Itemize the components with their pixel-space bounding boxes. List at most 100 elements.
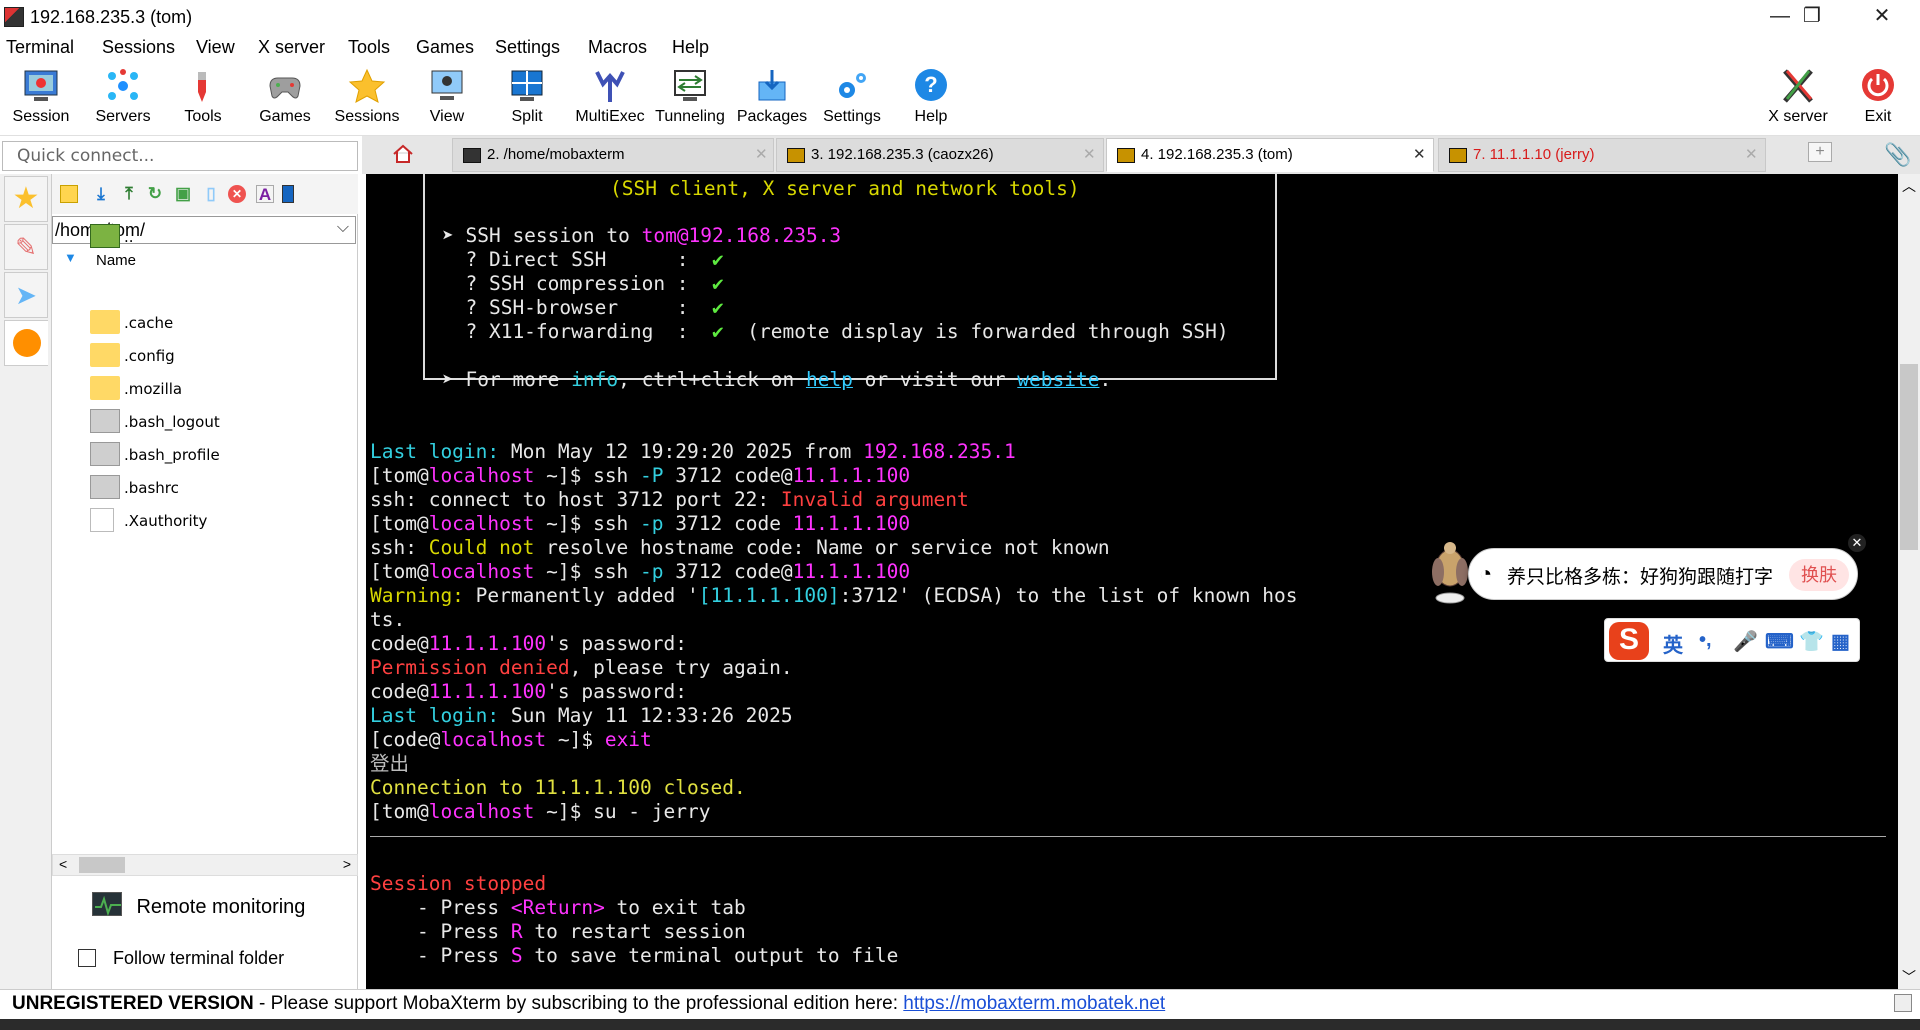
permissions-icon[interactable] [282,185,294,203]
feature-ssh-browser: ? SSH-browser : ✔ [442,296,724,319]
packages-button[interactable]: Packages [734,62,810,136]
power-icon [1859,68,1897,104]
upload-icon[interactable]: ⤒ [120,185,138,203]
terminal-line: [tom@localhost ~]$ su - jerry [370,800,711,823]
website-link[interactable]: website [1017,368,1099,391]
games-button[interactable]: Games [250,62,320,136]
split-button[interactable]: Split [492,62,562,136]
new-tab-button[interactable]: + [1784,138,1856,172]
tab-close-icon[interactable]: ✕ [755,139,768,171]
vertical-scrollbar[interactable]: ︿ ﹀ [1898,174,1920,989]
terminal-line: [code@localhost ~]$ exit [370,728,652,751]
menu-help[interactable]: Help [672,37,709,58]
unregistered-label: UNREGISTERED VERSION [12,993,254,1014]
sftp-tab[interactable] [4,320,48,366]
tab-close-icon[interactable]: ✕ [1745,139,1758,171]
sessions-star-icon[interactable]: ★ [4,176,48,222]
rename-icon[interactable]: A [256,185,274,204]
x-server-button[interactable]: X server [1762,62,1834,136]
servers-icon [104,68,142,104]
feature-compression: ? SSH compression : ✔ [442,272,724,295]
session-stopped: Session stopped [370,872,547,895]
tab-caozx26[interactable]: 3. 192.168.235.3 (caozx26) ✕ [776,138,1104,172]
microphone-icon[interactable]: 🎤 [1733,629,1758,654]
divider [370,836,1886,837]
split-icon [508,68,546,104]
multiexec-button[interactable]: MultiExec [572,62,648,136]
servers-button[interactable]: Servers [88,62,158,136]
mobaxterm-link[interactable]: https://mobaxterm.mobatek.net [903,993,1165,1014]
sessions-button[interactable]: Sessions [332,62,402,136]
terminal-file-icon [90,409,120,433]
tab-jerry[interactable]: 7. 11.1.1.10 (jerry) ✕ [1438,138,1766,172]
name-column-header[interactable]: ▼ Name [52,248,356,272]
help-button[interactable]: ? Help [896,62,966,136]
new-file-icon[interactable]: ▯ [202,185,220,203]
checkbox[interactable] [78,949,96,967]
menu-terminal[interactable]: Terminal [6,37,74,58]
tab-tom[interactable]: 4. 192.168.235.3 (tom) ✕ [1106,138,1434,172]
title-bar: 192.168.235.3 (tom) — ❐ ✕ [0,0,1920,34]
taskbar-strip [0,1019,1920,1030]
tab-mobaxterm[interactable]: 2. /home/mobaxterm ✕ [452,138,774,172]
quick-connect-input[interactable]: Quick connect... [2,141,358,171]
terminal-line: Last login: Sun May 11 12:33:26 2025 [370,704,793,727]
keyboard-icon[interactable]: ⌨ [1765,629,1794,654]
remote-monitoring-button[interactable]: Remote monitoring [92,892,305,919]
view-button[interactable]: View [412,62,482,136]
menu-settings[interactable]: Settings [495,37,560,58]
tools-side-icon[interactable]: ✎ [4,224,48,270]
file-icon [90,508,114,532]
popup-close-button[interactable]: ✕ [1848,534,1866,552]
menu-tools[interactable]: Tools [348,37,390,58]
ime-english-toggle[interactable]: 英 [1663,629,1683,658]
scroll-up-icon[interactable]: ︿ [1902,176,1916,196]
terminal-line: [tom@localhost ~]$ ssh -p 3712 code 11.1… [370,512,911,535]
toolbar: Session Servers Tools Games Sessions Vie… [0,62,1920,136]
download-icon[interactable]: ⤓ [92,185,110,203]
menu-macros[interactable]: Macros [588,37,647,58]
home-icon [392,144,414,172]
horizontal-scrollbar[interactable]: < > [52,854,358,876]
menu-x-server[interactable]: X server [258,37,325,58]
scrollbar-thumb[interactable] [79,857,125,873]
change-skin-button[interactable]: 换肤 [1789,559,1849,591]
ime-toolbar: S 英 •, 🎤 ⌨ 👕 ▦ [1604,618,1860,662]
grid-menu-icon[interactable]: ▦ [1831,629,1850,654]
terminal-file-icon [90,442,120,466]
ime-punctuation-toggle[interactable]: •, [1699,629,1712,652]
tunneling-button[interactable]: Tunneling [652,62,728,136]
scrollbar-thumb[interactable] [1900,364,1918,550]
terminal-line: ssh: connect to host 3712 port 22: Inval… [370,488,969,511]
menu-sessions[interactable]: Sessions [102,37,175,58]
settings-button[interactable]: Settings [814,62,890,136]
scroll-down-icon[interactable]: ﹀ [1902,967,1916,987]
close-button[interactable]: ✕ [1852,0,1912,34]
home-tab[interactable] [378,138,424,172]
follow-terminal-checkbox[interactable]: Follow terminal folder [78,948,284,969]
tools-button[interactable]: Tools [168,62,238,136]
swirl-icon: ◔ [1479,561,1493,586]
tab-close-icon[interactable]: ✕ [1083,139,1096,171]
folder-up-icon[interactable] [60,185,78,203]
terminal-line: code@11.1.1.100's password: [370,632,687,655]
session-button[interactable]: Session [6,62,76,136]
refresh-icon[interactable]: ↻ [146,185,164,203]
send-icon[interactable]: ➤ [4,272,48,318]
scroll-left-icon[interactable]: < [59,856,67,872]
menu-view[interactable]: View [196,37,235,58]
svg-text:?: ? [924,72,937,97]
skin-icon[interactable]: 👕 [1799,629,1824,654]
delete-icon[interactable]: ✕ [228,185,246,203]
new-folder-icon[interactable]: ▣ [174,185,192,203]
multiexec-icon [591,68,629,104]
exit-button[interactable]: Exit [1846,62,1910,136]
tab-close-icon[interactable]: ✕ [1413,139,1426,171]
help-link[interactable]: help [806,368,853,391]
scroll-right-icon[interactable]: > [343,856,351,872]
x-server-icon [1779,68,1817,104]
tab-bar: 2. /home/mobaxterm ✕ 3. 192.168.235.3 (c… [362,136,1920,174]
maximize-button[interactable]: ❐ [1782,0,1842,34]
menu-games[interactable]: Games [416,37,474,58]
attach-icon[interactable]: 📎 [1884,142,1911,168]
